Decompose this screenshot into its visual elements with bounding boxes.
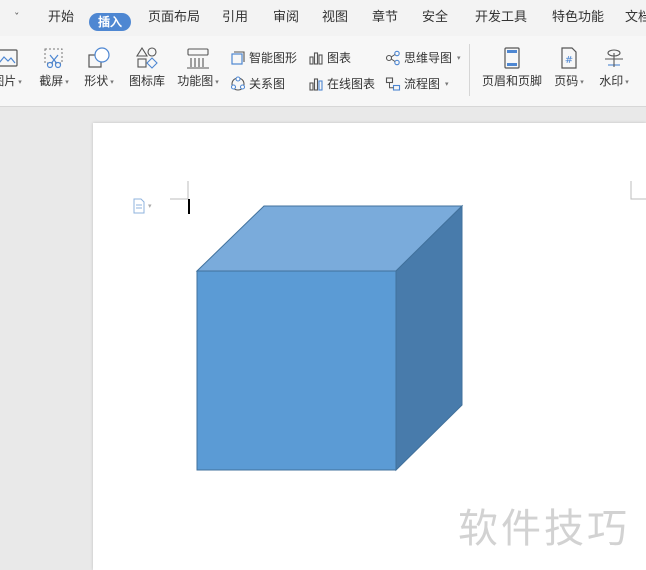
cube-front-face[interactable]: [196, 270, 397, 471]
cube-shape[interactable]: [0, 0, 646, 570]
watermark-text: 软件技巧: [458, 506, 630, 552]
